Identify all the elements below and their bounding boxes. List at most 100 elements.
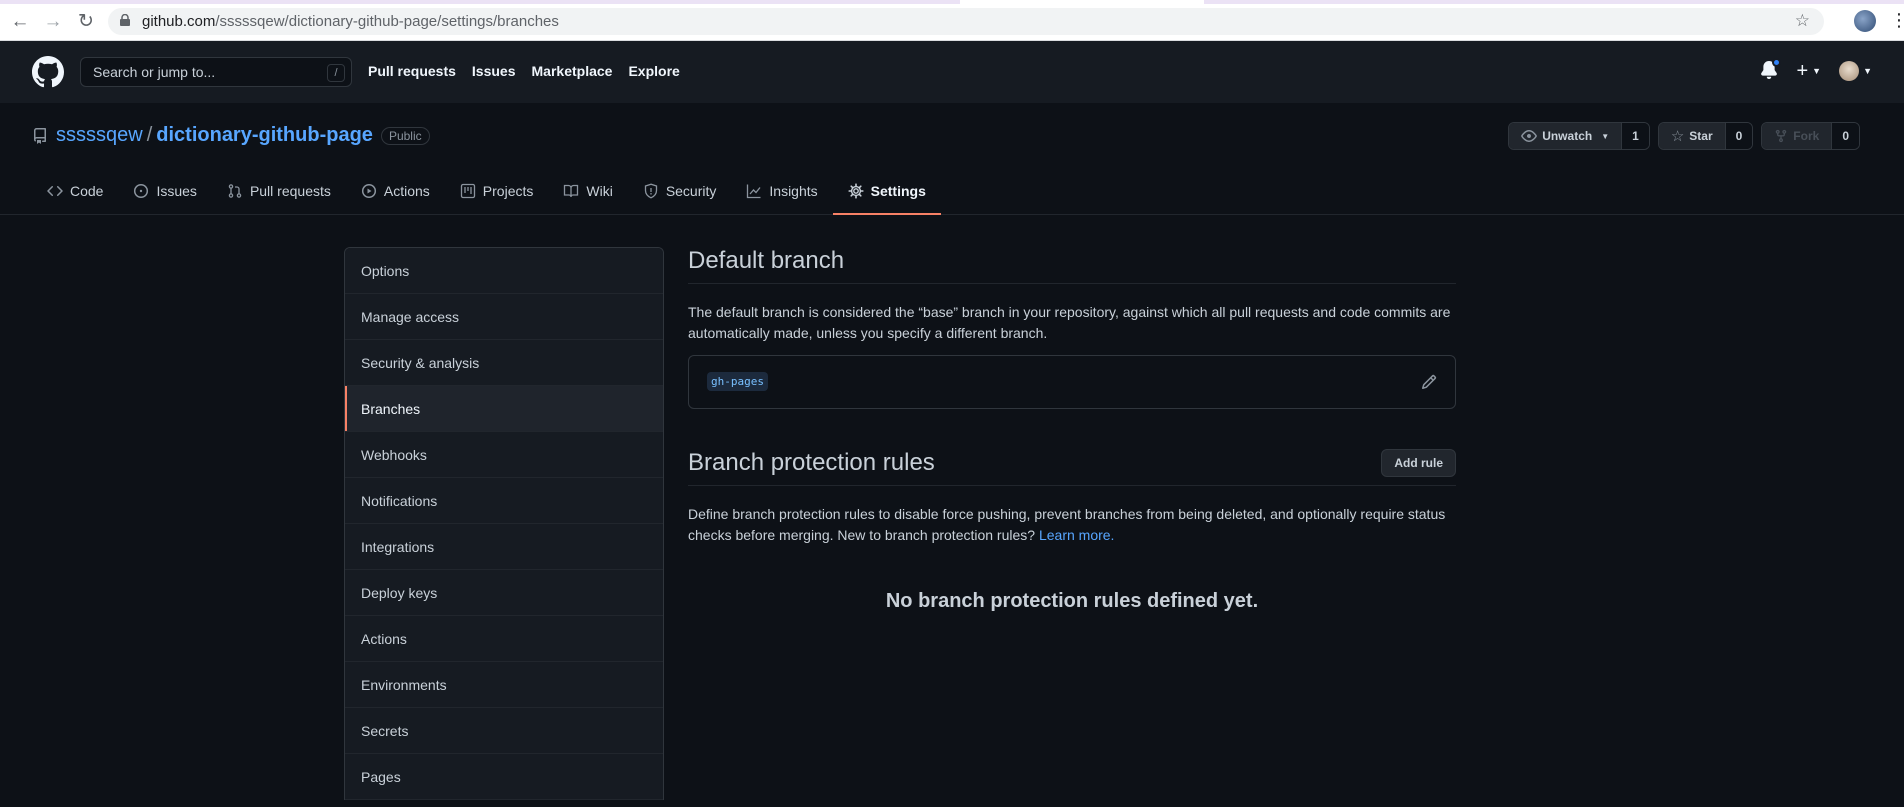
github-logo-icon[interactable] [32, 56, 64, 88]
sidebar-item-webhooks[interactable]: Webhooks [345, 432, 663, 478]
search-placeholder: Search or jump to... [93, 64, 216, 80]
tab-security[interactable]: Security [628, 167, 732, 215]
sidebar-item-notifications[interactable]: Notifications [345, 478, 663, 524]
lock-icon [120, 14, 130, 26]
tab-pull-requests[interactable]: Pull requests [212, 167, 346, 215]
shield-icon [644, 183, 657, 199]
tab-label: Pull requests [249, 183, 331, 199]
notifications-bell-icon[interactable] [1760, 58, 1782, 81]
sidebar-item-branches[interactable]: Branches [345, 386, 663, 432]
graph-icon [747, 184, 761, 199]
plus-icon: + [1796, 60, 1809, 82]
nav-marketplace[interactable]: Marketplace [532, 63, 613, 79]
tab-issues[interactable]: Issues [118, 167, 211, 215]
avatar [1839, 61, 1860, 81]
user-menu[interactable]: ▼ [1839, 61, 1872, 81]
tab-insights[interactable]: Insights [731, 167, 832, 215]
repo-separator: / [146, 124, 153, 146]
global-nav: Pull requests Issues Marketplace Explore [368, 63, 680, 79]
tab-strip [0, 0, 1904, 4]
sidebar-item-secrets[interactable]: Secrets [345, 708, 663, 754]
code-icon [47, 185, 63, 197]
protection-title: Branch protection rules [688, 449, 935, 476]
nav-explore[interactable]: Explore [628, 63, 679, 79]
watch-group: Unwatch ▼ 1 [1508, 122, 1650, 150]
eye-icon [1521, 130, 1538, 142]
bookmark-star-icon[interactable]: ☆ [1795, 11, 1810, 31]
browser-chrome: ← → ↻ github.com/sssssqew/dictionary-git… [0, 0, 1904, 41]
tab-label: Wiki [586, 183, 613, 199]
sidebar-item-deploy-keys[interactable]: Deploy keys [345, 570, 663, 616]
sidebar-item-actions[interactable]: Actions [345, 616, 663, 662]
repo-header: sssssqew / dictionary-github-page Public… [0, 103, 1904, 215]
tab-label: Settings [870, 183, 926, 199]
tab-label: Insights [769, 183, 818, 199]
branch-name: gh-pages [707, 372, 768, 391]
repo-tabs: Code Issues Pull requests Actions Projec… [32, 167, 942, 215]
reload-icon[interactable]: ↻ [74, 10, 98, 34]
fork-count[interactable]: 0 [1832, 123, 1859, 149]
learn-more-link[interactable]: Learn more. [1039, 527, 1114, 543]
sidebar-item-pages[interactable]: Pages [345, 754, 663, 800]
add-rule-button[interactable]: Add rule [1381, 449, 1456, 477]
tab-wiki[interactable]: Wiki [548, 167, 627, 215]
sidebar-item-environments[interactable]: Environments [345, 662, 663, 708]
back-icon[interactable]: ← [8, 10, 32, 34]
header-actions: + ▼ ▼ [1760, 58, 1872, 81]
default-branch-box: gh-pages [688, 355, 1456, 409]
tab-label: Security [665, 183, 717, 199]
fork-label: Fork [1793, 129, 1820, 143]
sidebar-item-integrations[interactable]: Integrations [345, 524, 663, 570]
sidebar-item-security-analysis[interactable]: Security & analysis [345, 340, 663, 386]
repo-owner-link[interactable]: sssssqew [56, 124, 143, 147]
repo-actions: Unwatch ▼ 1 ☆ Star 0 Fork 0 [1508, 122, 1860, 150]
forward-icon[interactable]: → [41, 10, 65, 34]
protection-header: Branch protection rules Add rule [688, 449, 1456, 486]
repo-title: sssssqew / dictionary-github-page Public [32, 124, 430, 147]
fork-group: Fork 0 [1761, 122, 1860, 150]
default-branch-title: Default branch [688, 247, 845, 274]
url-host: github.com [142, 13, 216, 30]
star-count[interactable]: 0 [1725, 123, 1753, 149]
browser-menu-icon[interactable]: ⋮ [1890, 10, 1904, 30]
default-branch-header: Default branch [688, 247, 1456, 284]
sidebar-item-options[interactable]: Options [345, 248, 663, 294]
gear-icon [848, 183, 864, 199]
book-icon [564, 184, 579, 198]
fork-button[interactable]: Fork [1762, 123, 1833, 149]
tab-label: Actions [383, 183, 430, 199]
address-bar[interactable]: github.com/sssssqew/dictionary-github-pa… [108, 8, 1824, 35]
empty-state-message: No branch protection rules defined yet. [885, 590, 1259, 612]
tab-label: Code [70, 183, 104, 199]
settings-sidebar: Options Manage access Security & analysi… [344, 247, 664, 800]
pull-request-icon [228, 184, 242, 198]
url-text: github.com/sssssqew/dictionary-github-pa… [142, 13, 559, 30]
tab-settings[interactable]: Settings [832, 167, 942, 215]
repo-name-link[interactable]: dictionary-github-page [156, 124, 373, 147]
browser-profile-avatar[interactable] [1854, 10, 1876, 32]
tab-code[interactable]: Code [32, 167, 118, 215]
nav-pull-requests[interactable]: Pull requests [368, 63, 456, 79]
create-new-menu[interactable]: + ▼ [1796, 61, 1821, 81]
tab-label: Issues [156, 183, 197, 199]
tab-actions[interactable]: Actions [346, 167, 445, 215]
settings-main: Default branch The default branch is con… [688, 247, 1456, 613]
unwatch-button[interactable]: Unwatch ▼ [1509, 123, 1623, 149]
chevron-down-icon: ▼ [1812, 66, 1822, 76]
watch-count[interactable]: 1 [1622, 123, 1649, 149]
url-path: /sssssqew/dictionary-github-page/setting… [215, 13, 559, 30]
search-input[interactable]: Search or jump to... / [80, 57, 352, 87]
nav-issues[interactable]: Issues [472, 63, 516, 79]
star-button[interactable]: ☆ Star [1658, 123, 1726, 149]
pencil-icon[interactable] [1421, 374, 1437, 390]
unwatch-label: Unwatch [1542, 129, 1593, 143]
tab-projects[interactable]: Projects [445, 167, 549, 215]
issue-icon [134, 183, 149, 199]
sidebar-item-manage-access[interactable]: Manage access [345, 294, 663, 340]
fork-icon [1776, 129, 1787, 143]
star-group: ☆ Star 0 [1657, 122, 1754, 150]
protection-description: Define branch protection rules to disabl… [688, 504, 1456, 546]
repo-icon [34, 127, 46, 144]
default-branch-description: The default branch is considered the “ba… [688, 304, 1451, 341]
chevron-down-icon: ▼ [1863, 66, 1872, 76]
